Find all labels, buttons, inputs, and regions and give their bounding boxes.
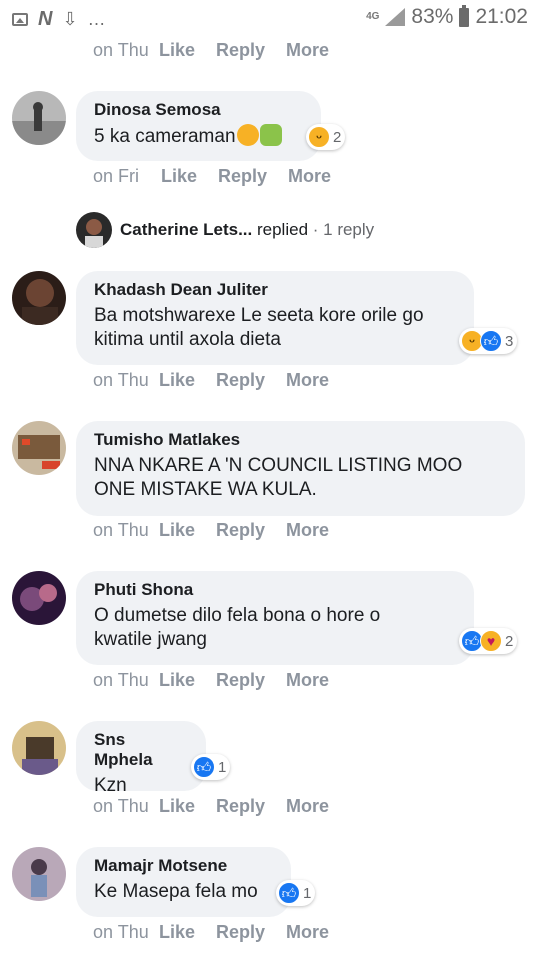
comment-time[interactable]: on Thu — [93, 520, 159, 541]
image-icon — [12, 13, 28, 26]
avatar[interactable] — [12, 421, 66, 475]
comment-time[interactable]: on Thu — [93, 370, 159, 391]
reply-count: · 1 reply — [308, 220, 375, 239]
reaction-count: 2 — [505, 632, 514, 650]
replies-summary-text: Catherine Lets... replied · 1 reply — [120, 220, 374, 240]
reactions-summary[interactable]: 👍︎ ♥ 2 — [459, 628, 518, 654]
reaction-count: 2 — [333, 128, 342, 146]
like-reaction-icon: 👍︎ — [480, 330, 502, 352]
reply-button[interactable]: Reply — [218, 166, 288, 187]
comment-actions: on Thu Like Reply More — [93, 40, 329, 61]
comment-text-line: O dumetse dilo fela bona o hore o — [94, 605, 381, 626]
comment-time[interactable]: on Thu — [93, 670, 159, 691]
battery-percent: 83% — [411, 5, 454, 28]
comment-time[interactable]: on Thu — [93, 796, 159, 817]
reply-button[interactable]: Reply — [216, 796, 286, 817]
commenter-name[interactable]: Tumisho Matlakes — [94, 430, 507, 450]
commenter-name[interactable]: Khadash Dean Juliter — [94, 280, 456, 300]
comment-text-line: Ba motshwarexe Le seeta kore orile go — [94, 305, 424, 326]
battery-icon — [459, 4, 470, 27]
download-icon: ⇩ — [62, 9, 78, 29]
reactions-summary[interactable]: 👍︎ 1 — [276, 880, 316, 906]
n-app-icon: N — [38, 8, 53, 30]
reply-button[interactable]: Reply — [216, 670, 286, 691]
replied-label: replied — [252, 220, 309, 239]
comment-bubble: Mamajr Motsene Ke Masepa fela mo — [76, 847, 291, 917]
comment-text: 5 ka cameraman — [94, 124, 303, 149]
reply-button[interactable]: Reply — [216, 40, 286, 61]
avatar[interactable] — [12, 721, 66, 775]
commenter-name[interactable]: Sns Mphela — [94, 730, 188, 770]
reactions-summary[interactable]: ᵕ 👍︎ 3 — [459, 328, 518, 354]
reply-button[interactable]: Reply — [216, 520, 286, 541]
avatar[interactable] — [12, 571, 66, 625]
like-button[interactable]: Like — [159, 796, 216, 817]
comment-time[interactable]: on Thu — [93, 40, 159, 61]
avatar[interactable] — [12, 91, 66, 145]
more-button[interactable]: More — [286, 922, 329, 943]
more-button[interactable]: More — [288, 166, 331, 187]
comment-time[interactable]: on Fri — [93, 166, 161, 187]
reactions-summary[interactable]: ᵕ 2 — [306, 124, 346, 150]
like-button[interactable]: Like — [159, 922, 216, 943]
more-button[interactable]: More — [286, 796, 329, 817]
like-button[interactable]: Like — [159, 370, 216, 391]
notification-icons: N ⇩ … — [12, 8, 107, 31]
comment-text-line: kitima until axola dieta — [94, 329, 281, 350]
like-button[interactable]: Like — [159, 40, 216, 61]
more-button[interactable]: More — [286, 370, 329, 391]
comment-text: Ke Masepa fela mo — [94, 881, 258, 902]
facepalm-emoji — [259, 124, 282, 146]
like-reaction-icon: 👍︎ — [193, 756, 215, 778]
like-button[interactable]: Like — [159, 670, 216, 691]
more-button[interactable]: More — [286, 520, 329, 541]
replies-summary[interactable]: Catherine Lets... replied · 1 reply — [76, 212, 374, 248]
more-button[interactable]: More — [286, 40, 329, 61]
commenter-name[interactable]: Phuti Shona — [94, 580, 456, 600]
comment-bubble: Tumisho Matlakes NNA NKARE A 'N COUNCIL … — [76, 421, 525, 516]
haha-reaction-icon: ᵕ — [308, 126, 330, 148]
reply-button[interactable]: Reply — [216, 370, 286, 391]
comment-actions: on Thu Like Reply More — [93, 670, 329, 691]
commenter-name[interactable]: Dinosa Semosa — [94, 100, 303, 120]
comment-text-line: NNA NKARE A 'N COUNCIL LISTING MOO — [94, 455, 463, 476]
comment-text-content: 5 ka cameraman — [94, 126, 236, 147]
replier-name: Catherine Lets... — [120, 220, 253, 239]
comment-text-line: kwatile jwang — [94, 629, 207, 650]
comment-actions: on Thu Like Reply More — [93, 370, 329, 391]
care-reaction-icon: ♥ — [480, 630, 502, 652]
comment-actions: on Fri Like Reply More — [93, 166, 331, 187]
like-button[interactable]: Like — [159, 520, 216, 541]
comment-bubble: Dinosa Semosa 5 ka cameraman — [76, 91, 321, 161]
reply-avatar — [76, 212, 112, 248]
comment-time[interactable]: on Thu — [93, 922, 159, 943]
like-reaction-icon: 👍︎ — [278, 882, 300, 904]
reaction-count: 1 — [303, 884, 312, 902]
comment-actions: on Thu Like Reply More — [93, 520, 329, 541]
system-status: 4G 83% 21:02 — [366, 4, 528, 29]
comment-text: Kzn — [94, 775, 127, 796]
more-notifications-icon: … — [87, 9, 107, 29]
signal-icon — [385, 8, 406, 26]
status-bar: N ⇩ … 4G 83% 21:02 — [0, 0, 540, 36]
reaction-count: 1 — [218, 758, 227, 776]
comment-actions: on Thu Like Reply More — [93, 922, 329, 943]
like-button[interactable]: Like — [161, 166, 218, 187]
reply-button[interactable]: Reply — [216, 922, 286, 943]
laughing-tears-emoji — [236, 124, 259, 146]
reaction-count: 3 — [505, 332, 514, 350]
clock: 21:02 — [475, 5, 528, 28]
comment-actions: on Thu Like Reply More — [93, 796, 329, 817]
network-type: 4G — [366, 11, 380, 22]
more-button[interactable]: More — [286, 670, 329, 691]
reactions-summary[interactable]: 👍︎ 1 — [191, 754, 231, 780]
comment-bubble: Khadash Dean Juliter Ba motshwarexe Le s… — [76, 271, 474, 365]
avatar[interactable] — [12, 847, 66, 901]
comment-bubble: Sns Mphela Kzn — [76, 721, 206, 796]
comment-text-line: ONE MISTAKE WA KULA. — [94, 479, 317, 500]
commenter-name[interactable]: Mamajr Motsene — [94, 856, 273, 876]
avatar[interactable] — [12, 271, 66, 325]
comment-bubble: Phuti Shona O dumetse dilo fela bona o h… — [76, 571, 474, 665]
